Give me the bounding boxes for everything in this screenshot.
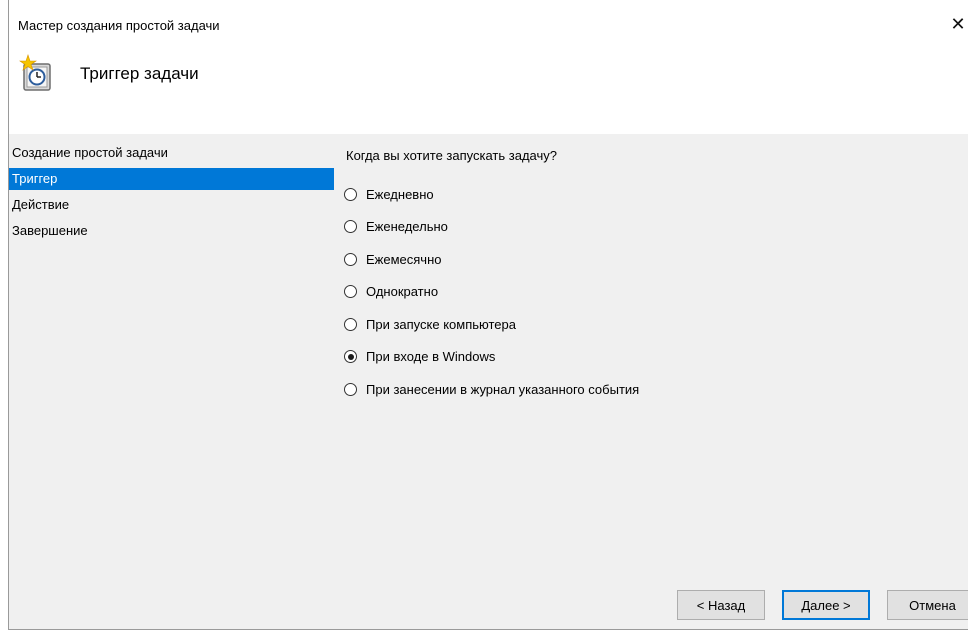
sidebar-item-create-task[interactable]: Создание простой задачи — [9, 142, 334, 164]
wizard-window: Мастер создания простой задачи ✕ Триггер… — [8, 0, 968, 630]
radio-button[interactable] — [344, 285, 357, 299]
radio-label: При входе в Windows — [366, 349, 496, 365]
radio-button[interactable] — [344, 252, 357, 266]
radio-option-weekly[interactable]: Еженедельно — [344, 211, 639, 244]
cancel-button[interactable]: Отмена — [887, 590, 968, 620]
radio-option-once[interactable]: Однократно — [344, 276, 639, 309]
radio-label: Еженедельно — [366, 219, 448, 235]
trigger-question: Когда вы хотите запускать задачу? — [346, 148, 557, 163]
clock-star-icon — [18, 54, 58, 94]
radio-label: При занесении в журнал указанного событи… — [366, 381, 640, 397]
radio-button[interactable] — [344, 382, 357, 396]
radio-button-selected[interactable] — [344, 350, 357, 364]
trigger-options: Ежедневно Еженедельно Ежемесячно Однокра… — [344, 178, 639, 406]
wizard-body: Создание простой задачи Триггер Действие… — [9, 134, 968, 629]
sidebar-item-action[interactable]: Действие — [9, 194, 334, 216]
radio-label: Ежемесячно — [366, 251, 442, 267]
next-button[interactable]: Далее > — [782, 590, 870, 620]
page-title: Триггер задачи — [80, 64, 199, 83]
sidebar-item-finish[interactable]: Завершение — [9, 220, 334, 242]
trigger-content: Когда вы хотите запускать задачу? Ежедне… — [342, 134, 968, 629]
window-title: Мастер создания простой задачи — [18, 18, 220, 33]
radio-option-computer-start[interactable]: При запуске компьютера — [344, 308, 639, 341]
sidebar-item-trigger[interactable]: Триггер — [9, 168, 334, 190]
wizard-steps-sidebar: Создание простой задачи Триггер Действие… — [9, 142, 334, 246]
radio-label: Однократно — [366, 284, 439, 300]
title-bar: Мастер создания простой задачи ✕ — [9, 0, 968, 36]
wizard-header: Триггер задачи — [9, 36, 968, 134]
radio-label: Ежедневно — [366, 186, 434, 202]
radio-button[interactable] — [344, 187, 357, 201]
back-button[interactable]: < Назад — [677, 590, 765, 620]
radio-option-event-log[interactable]: При занесении в журнал указанного событи… — [344, 373, 639, 406]
radio-option-monthly[interactable]: Ежемесячно — [344, 243, 639, 276]
radio-label: При запуске компьютера — [366, 316, 516, 332]
close-icon[interactable]: ✕ — [948, 12, 968, 36]
radio-option-daily[interactable]: Ежедневно — [344, 178, 639, 211]
radio-button[interactable] — [344, 220, 357, 234]
radio-option-logon[interactable]: При входе в Windows — [344, 341, 639, 374]
radio-button[interactable] — [344, 317, 357, 331]
